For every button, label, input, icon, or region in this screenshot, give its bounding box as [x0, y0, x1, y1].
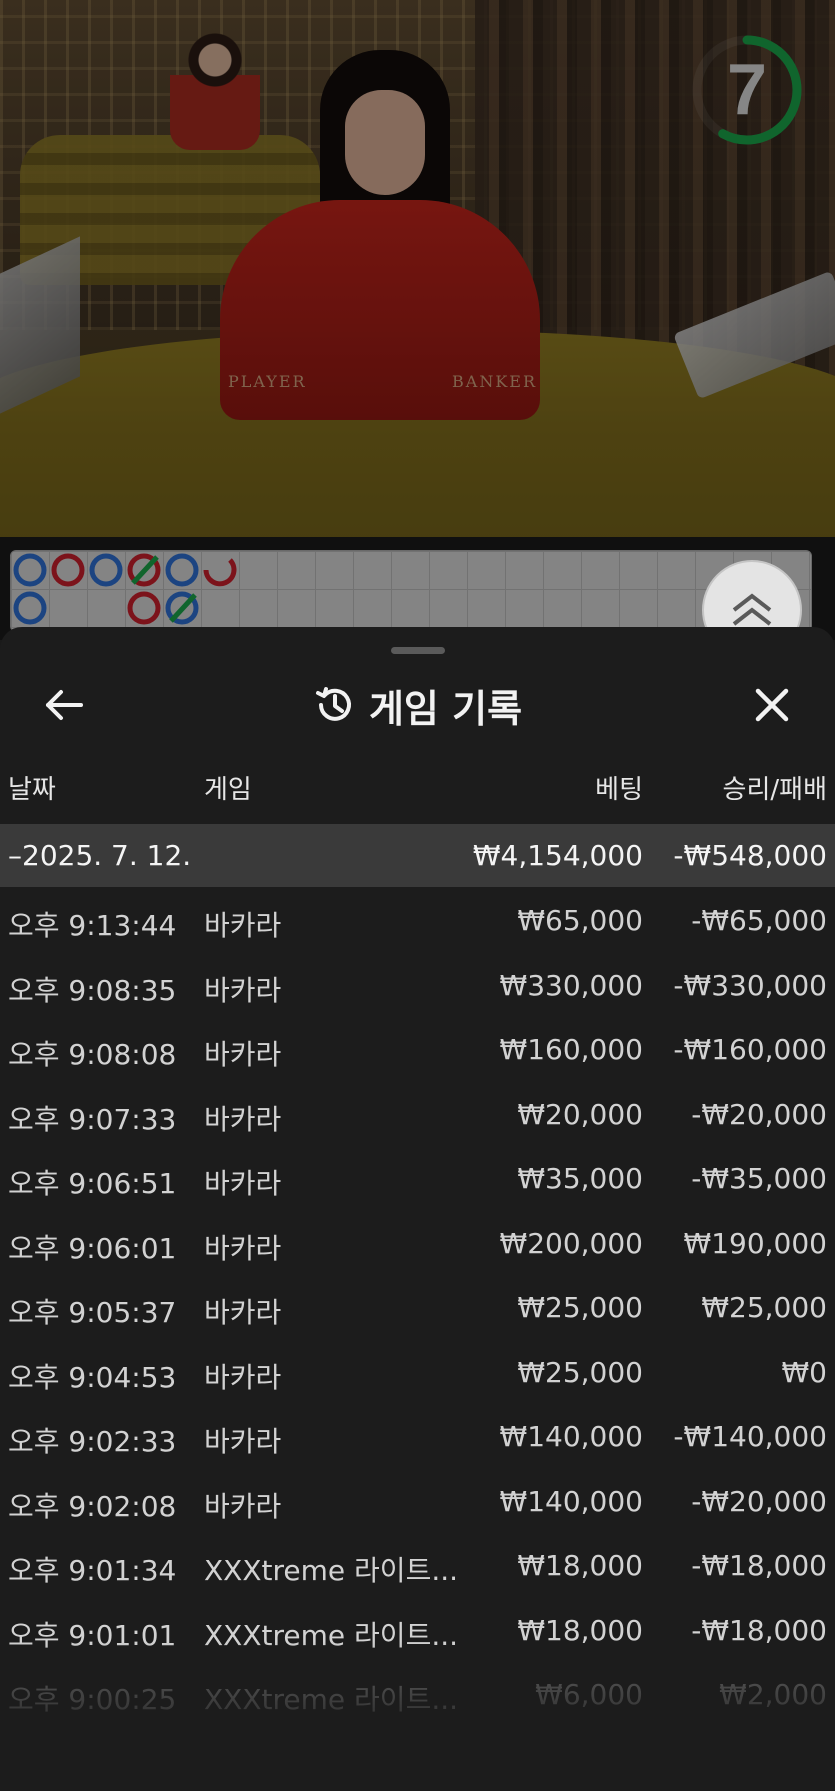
day-summary-row[interactable]: –2025. 7. 12. ₩4,154,000 -₩548,000 — [0, 824, 835, 887]
row-time: 오후 9:08:08 — [8, 1038, 177, 1071]
row-game: 바카라 — [204, 909, 282, 942]
sheet-title: 게임 기록 — [368, 686, 523, 731]
row-bet: ₩330,000 — [499, 968, 643, 1002]
row-bet: ₩6,000 — [535, 1678, 643, 1711]
row-game: 바카라 — [204, 1231, 282, 1265]
row-bet: ₩25,000 — [517, 1355, 643, 1389]
row-win-loss: ₩25,000 — [701, 1291, 827, 1324]
history-row[interactable]: 오후 9:05:37 바카라 ₩25,000 ₩25,000 — [0, 1274, 835, 1339]
history-icon — [315, 687, 351, 721]
row-time: 오후 9:06:51 — [8, 1167, 177, 1200]
row-win-loss: -₩35,000 — [691, 1162, 827, 1195]
history-row[interactable]: 오후 9:01:01 XXXtreme 라이트... ₩18,000 -₩18,000 — [0, 1597, 835, 1662]
row-time: 오후 9:13:44 — [8, 909, 177, 942]
row-time: 오후 9:01:34 — [8, 1554, 177, 1587]
day-win-loss-total: -₩548,000 — [673, 839, 827, 872]
row-game: 바카라 — [204, 1102, 282, 1136]
row-win-loss: -₩18,000 — [691, 1613, 827, 1647]
history-row[interactable]: 오후 9:00:25 XXXtreme 라이트... ₩6,000 ₩2,000 — [0, 1661, 835, 1726]
row-win-loss: -₩20,000 — [691, 1484, 827, 1518]
row-time: 오후 9:06:01 — [8, 1231, 177, 1265]
history-row[interactable]: 오후 9:06:01 바카라 ₩200,000 ₩190,000 — [0, 1210, 835, 1275]
row-win-loss: -₩140,000 — [673, 1420, 827, 1453]
row-bet: ₩65,000 — [517, 904, 643, 937]
row-time: 오후 9:01:01 — [8, 1618, 177, 1652]
row-bet: ₩35,000 — [517, 1162, 643, 1195]
row-bet: ₩18,000 — [517, 1549, 643, 1582]
row-win-loss: -₩65,000 — [691, 904, 827, 937]
row-win-loss: -₩18,000 — [691, 1549, 827, 1582]
row-bet: ₩140,000 — [499, 1484, 643, 1518]
row-bet: ₩25,000 — [517, 1291, 643, 1324]
history-row[interactable]: 오후 9:07:33 바카라 ₩20,000 -₩20,000 — [0, 1081, 835, 1146]
row-game: 바카라 — [204, 1489, 282, 1523]
row-game: 바카라 — [204, 1296, 282, 1329]
row-game: 바카라 — [204, 1038, 282, 1071]
history-list: 오후 9:13:44 바카라 ₩65,000 -₩65,000 오후 9:08:35 바카… — [0, 887, 835, 1726]
row-game: 바카라 — [204, 973, 282, 1007]
row-win-loss: ₩0 — [781, 1355, 828, 1389]
history-row[interactable]: 오후 9:06:51 바카라 ₩35,000 -₩35,000 — [0, 1145, 835, 1210]
row-win-loss: -₩330,000 — [673, 968, 827, 1002]
column-header-bet: 베팅 — [595, 775, 643, 805]
column-header-game: 게임 — [204, 775, 252, 805]
row-time: 오후 9:04:53 — [8, 1360, 177, 1394]
row-win-loss: ₩190,000 — [683, 1226, 827, 1260]
row-game: 바카라 — [204, 1360, 282, 1394]
game-history-sheet: 게임 기록 날짜 게임 베팅 승리/패배 –2025. 7. 12. ₩4,15… — [0, 627, 835, 1791]
row-win-loss: -₩20,000 — [691, 1097, 827, 1131]
day-date: –2025. 7. 12. — [8, 839, 192, 872]
sheet-backdrop[interactable] — [0, 0, 835, 640]
row-time: 오후 9:02:08 — [8, 1489, 177, 1523]
history-row[interactable]: 오후 9:04:53 바카라 ₩25,000 ₩0 — [0, 1339, 835, 1404]
column-header-win-loss: 승리/패배 — [722, 775, 827, 805]
history-row[interactable]: 오후 9:08:35 바카라 ₩330,000 -₩330,000 — [0, 952, 835, 1017]
column-header-date: 날짜 — [8, 775, 56, 805]
row-bet: ₩160,000 — [499, 1033, 643, 1066]
row-time: 오후 9:07:33 — [8, 1102, 177, 1136]
history-row[interactable]: 오후 9:08:08 바카라 ₩160,000 -₩160,000 — [0, 1016, 835, 1081]
row-bet: ₩20,000 — [517, 1097, 643, 1131]
history-row[interactable]: 오후 9:13:44 바카라 ₩65,000 -₩65,000 — [0, 887, 835, 952]
row-game: XXXtreme 라이트... — [204, 1618, 459, 1652]
row-game: 바카라 — [204, 1167, 282, 1200]
row-time: 오후 9:08:35 — [8, 973, 177, 1007]
row-bet: ₩140,000 — [499, 1420, 643, 1453]
close-icon — [755, 688, 789, 722]
row-bet: ₩18,000 — [517, 1613, 643, 1647]
history-row[interactable]: 오후 9:02:08 바카라 ₩140,000 -₩20,000 — [0, 1468, 835, 1533]
row-game: 바카라 — [204, 1425, 282, 1458]
row-win-loss: -₩160,000 — [673, 1033, 827, 1066]
chevron-double-up-icon — [732, 593, 772, 626]
row-game: XXXtreme 라이트... — [204, 1683, 459, 1716]
history-row[interactable]: 오후 9:01:34 XXXtreme 라이트... ₩18,000 -₩18,000 — [0, 1532, 835, 1597]
sheet-header: 게임 기록 — [0, 677, 835, 733]
row-win-loss: ₩2,000 — [719, 1678, 827, 1711]
row-game: XXXtreme 라이트... — [204, 1554, 459, 1587]
history-row[interactable]: 오후 9:02:33 바카라 ₩140,000 -₩140,000 — [0, 1403, 835, 1468]
drag-handle[interactable] — [391, 647, 445, 654]
row-time: 오후 9:00:25 — [8, 1683, 177, 1716]
day-bet-total: ₩4,154,000 — [472, 839, 643, 872]
row-time: 오후 9:05:37 — [8, 1296, 177, 1329]
row-bet: ₩200,000 — [499, 1226, 643, 1260]
row-time: 오후 9:02:33 — [8, 1425, 177, 1458]
close-button[interactable] — [744, 677, 800, 733]
